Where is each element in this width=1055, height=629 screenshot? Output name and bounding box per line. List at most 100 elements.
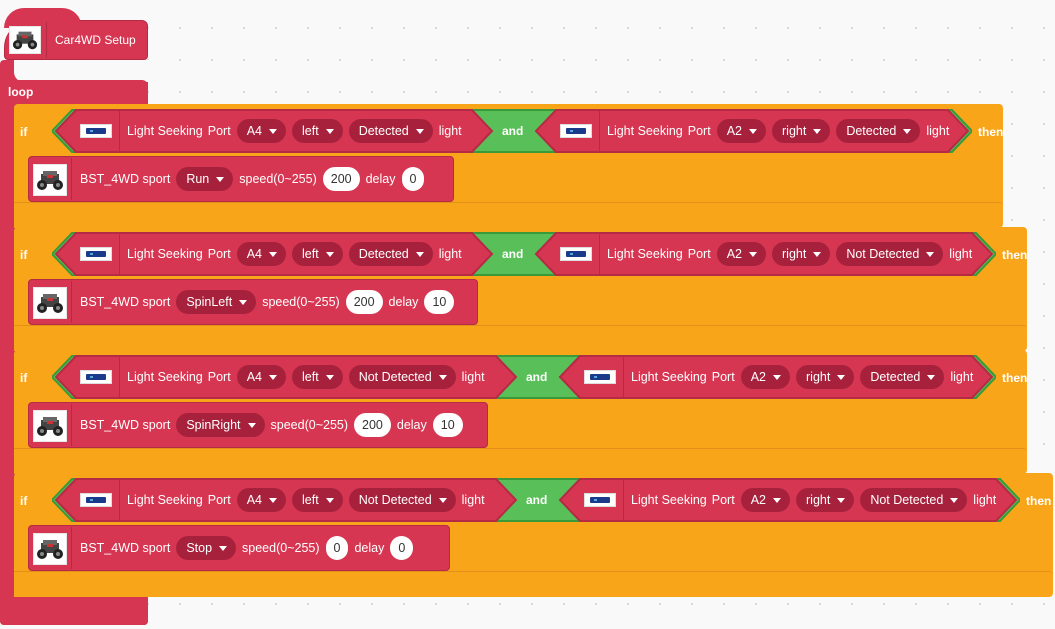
chevron-down-icon xyxy=(749,128,757,134)
mode-dropdown[interactable]: SpinRight xyxy=(176,413,265,437)
light-seeking-right[interactable]: Light Seeking Port A2 right Not Detected ligh… xyxy=(584,478,996,522)
delay-input[interactable]: 10 xyxy=(424,290,455,314)
state-dropdown[interactable]: Detected xyxy=(348,242,433,266)
delay-input[interactable]: 10 xyxy=(432,413,463,437)
state-dropdown[interactable]: Not Detected xyxy=(348,365,456,389)
side-dropdown[interactable]: right xyxy=(796,365,855,389)
loop-bottom xyxy=(0,597,148,625)
light-seeking-right[interactable]: Light Seeking Port A2 right Not Detected ligh… xyxy=(560,232,972,276)
loop-notch xyxy=(14,60,162,82)
chevron-down-icon xyxy=(950,497,959,503)
port-label: Port xyxy=(207,246,231,261)
and-keyword: and xyxy=(502,124,524,138)
sport-label: BST_4WD sport xyxy=(80,171,171,186)
separator xyxy=(119,232,120,276)
light-seeking-right[interactable]: Light Seeking Port A2 right Detected light xyxy=(584,355,973,399)
speed-label: speed(0~255) xyxy=(270,417,349,432)
if-keyword: if xyxy=(20,371,28,385)
delay-input[interactable]: 0 xyxy=(390,536,414,560)
sport-row: BST_4WD sport Run speed(0~255) 200 delay 0 xyxy=(80,167,425,191)
mode-dropdown[interactable]: SpinLeft xyxy=(176,290,257,314)
sport-label: BST_4WD sport xyxy=(80,540,171,555)
light-label: light xyxy=(926,123,950,138)
side-value: left xyxy=(302,124,319,138)
side-dropdown[interactable]: right xyxy=(772,119,831,143)
state-dropdown[interactable]: Not Detected xyxy=(348,488,456,512)
side-value: left xyxy=(302,493,319,507)
side-dropdown[interactable]: left xyxy=(292,242,343,266)
state-dropdown[interactable]: Not Detected xyxy=(860,488,968,512)
port-dropdown[interactable]: A2 xyxy=(716,119,766,143)
mode-dropdown[interactable]: Run xyxy=(176,167,234,191)
port-value: A2 xyxy=(726,124,742,138)
port-dropdown[interactable]: A4 xyxy=(236,488,286,512)
and-condition[interactable]: Light Seeking Port A4 left Detected light Ligh… xyxy=(52,109,972,153)
chevron-down-icon xyxy=(216,176,225,182)
side-dropdown[interactable]: left xyxy=(292,365,343,389)
side-dropdown[interactable]: right xyxy=(796,488,855,512)
port-label: Port xyxy=(687,246,711,261)
state-dropdown[interactable]: Detected xyxy=(860,365,945,389)
car-robot-icon xyxy=(33,533,67,565)
light-label: light xyxy=(438,123,462,138)
chevron-down-icon xyxy=(239,299,248,305)
if-block-bottom xyxy=(14,448,1027,474)
light-seeking-left[interactable]: Light Seeking Port A4 left Not Detected light xyxy=(80,355,485,399)
light-sensor-icon xyxy=(80,247,112,261)
state-dropdown[interactable]: Detected xyxy=(836,119,921,143)
state-value: Not Detected xyxy=(846,247,920,261)
port-value: A4 xyxy=(246,370,262,384)
light-seeking-left[interactable]: Light Seeking Port A4 left Not Detected light xyxy=(80,478,485,522)
port-dropdown[interactable]: A4 xyxy=(236,365,286,389)
and-condition[interactable]: Light Seeking Port A4 left Not Detected light… xyxy=(52,355,996,399)
port-dropdown[interactable]: A2 xyxy=(740,365,790,389)
delay-input[interactable]: 0 xyxy=(401,167,425,191)
port-dropdown[interactable]: A4 xyxy=(236,119,286,143)
sport-label: BST_4WD sport xyxy=(80,417,171,432)
speed-input[interactable]: 200 xyxy=(354,413,391,437)
loop-label: loop xyxy=(8,85,34,99)
side-dropdown[interactable]: left xyxy=(292,488,343,512)
light-label: light xyxy=(949,246,973,261)
port-dropdown[interactable]: A4 xyxy=(236,242,286,266)
speed-input[interactable]: 0 xyxy=(325,536,349,560)
separator xyxy=(71,281,72,323)
state-dropdown[interactable]: Detected xyxy=(348,119,433,143)
separator xyxy=(71,404,72,446)
mode-dropdown[interactable]: Stop xyxy=(176,536,237,560)
light-seeking-left[interactable]: Light Seeking Port A4 left Detected light xyxy=(80,109,462,153)
light-seeking-label: Light Seeking xyxy=(127,246,203,261)
side-value: right xyxy=(806,493,831,507)
light-seeking-label: Light Seeking xyxy=(607,123,683,138)
sport-row: BST_4WD sport Stop speed(0~255) 0 delay 0 xyxy=(80,536,414,560)
chevron-down-icon xyxy=(325,128,334,134)
port-label: Port xyxy=(687,123,711,138)
mode-value: Run xyxy=(186,172,210,186)
speed-input[interactable]: 200 xyxy=(345,290,383,314)
and-condition[interactable]: Light Seeking Port A4 left Detected light Ligh… xyxy=(52,232,996,276)
state-dropdown[interactable]: Not Detected xyxy=(836,242,944,266)
light-seeking-right[interactable]: Light Seeking Port A2 right Detected light xyxy=(560,109,949,153)
state-value: Detected xyxy=(870,370,921,384)
port-dropdown[interactable]: A2 xyxy=(716,242,766,266)
light-sensor-icon xyxy=(584,493,616,507)
sport-row: BST_4WD sport SpinLeft speed(0~255) 200 dela… xyxy=(80,290,455,314)
sport-label: BST_4WD sport xyxy=(80,294,171,309)
port-dropdown[interactable]: A2 xyxy=(740,488,790,512)
chevron-down-icon xyxy=(926,251,935,257)
chevron-down-icon xyxy=(438,374,447,380)
light-seeking-label: Light Seeking xyxy=(631,369,707,384)
chevron-down-icon xyxy=(269,497,277,503)
and-condition[interactable]: Light Seeking Port A4 left Not Detected light… xyxy=(52,478,1020,522)
light-seeking-left[interactable]: Light Seeking Port A4 left Detected light xyxy=(80,232,462,276)
separator xyxy=(623,478,624,522)
side-dropdown[interactable]: right xyxy=(772,242,831,266)
speed-input[interactable]: 200 xyxy=(322,167,360,191)
and-keyword: and xyxy=(502,247,524,261)
chevron-down-icon xyxy=(773,374,781,380)
and-keyword: and xyxy=(526,493,548,507)
side-dropdown[interactable]: left xyxy=(292,119,343,143)
separator xyxy=(71,527,72,569)
chevron-down-icon xyxy=(269,251,277,257)
if-block-bottom xyxy=(14,202,1003,228)
